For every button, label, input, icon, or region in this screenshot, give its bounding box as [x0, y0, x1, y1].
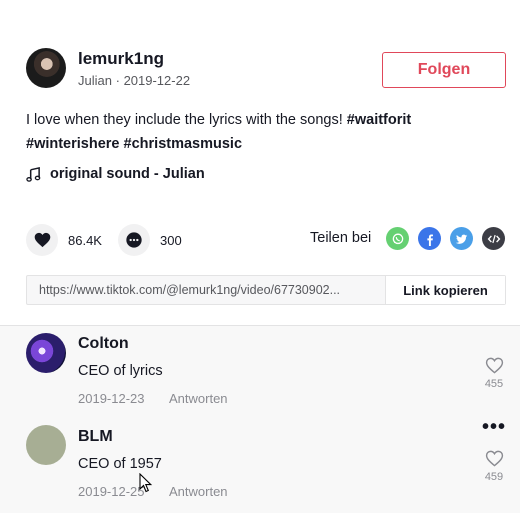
twitter-icon[interactable] [450, 227, 473, 250]
heart-outline-icon [485, 450, 503, 467]
caption-text: I love when they include the lyrics with… [26, 112, 343, 128]
comment-button[interactable] [118, 224, 150, 256]
author-subline: Julian · 2019-12-22 [78, 73, 190, 88]
facebook-glyph [426, 233, 433, 246]
more-options-icon[interactable]: ••• [482, 417, 506, 437]
hashtag[interactable]: #winterishere [26, 136, 120, 152]
comment-author[interactable]: BLM [78, 428, 113, 446]
music-link[interactable]: original sound - Julian [26, 166, 205, 182]
avatar[interactable] [26, 425, 66, 465]
share-label: Teilen bei [310, 230, 372, 246]
whatsapp-glyph [392, 233, 403, 244]
reply-button[interactable]: Antworten [169, 391, 228, 406]
copy-link-button[interactable]: Link kopieren [385, 276, 505, 304]
comment-like-button[interactable]: 459 [480, 449, 508, 483]
whatsapp-icon[interactable] [386, 227, 409, 250]
mouse-cursor-icon [139, 473, 153, 493]
comment-date: 2019-12-23 [78, 391, 145, 406]
comment-icon [126, 232, 142, 248]
comment-text: CEO of lyrics [78, 363, 163, 379]
share-link-row: https://www.tiktok.com/@lemurk1ng/video/… [26, 275, 506, 305]
reply-button[interactable]: Antworten [169, 484, 228, 499]
avatar[interactable] [26, 333, 66, 373]
follow-button[interactable]: Folgen [382, 52, 506, 88]
hashtag[interactable]: #waitforit [347, 112, 411, 128]
video-caption: I love when they include the lyrics with… [26, 108, 496, 156]
subline-separator: · [115, 73, 120, 88]
author-username[interactable]: lemurk1ng [78, 49, 164, 69]
like-stat[interactable]: 86.4K [26, 224, 102, 256]
comment-author[interactable]: Colton [78, 335, 129, 353]
embed-icon[interactable] [482, 227, 505, 250]
music-label: original sound - Julian [50, 166, 205, 182]
comments-section: Colton CEO of lyrics 2019-12-23 Antworte… [0, 325, 520, 513]
like-button[interactable] [26, 224, 58, 256]
facebook-icon[interactable] [418, 227, 441, 250]
video-link-field[interactable]: https://www.tiktok.com/@lemurk1ng/video/… [27, 276, 385, 304]
comment-count: 300 [160, 232, 182, 248]
comment-like-count: 459 [484, 471, 504, 483]
comment-stat[interactable]: 300 [118, 224, 182, 256]
twitter-glyph [455, 234, 467, 244]
comment-text: CEO of 1957 [78, 456, 162, 472]
comment-like-count: 455 [484, 378, 504, 390]
author-avatar[interactable] [26, 48, 66, 88]
video-info-panel: lemurk1ng Julian · 2019-12-22 Folgen I l… [0, 0, 520, 325]
embed-glyph [487, 234, 500, 243]
comment-like-button[interactable]: 455 [480, 356, 508, 390]
music-note-icon [26, 166, 41, 182]
heart-outline-icon [485, 357, 503, 374]
comment-date: 2019-12-25 [78, 484, 145, 499]
heart-icon [34, 232, 50, 248]
hashtag[interactable]: #christmasmusic [124, 136, 242, 152]
post-date: 2019-12-22 [123, 73, 191, 88]
like-count: 86.4K [68, 232, 102, 248]
author-display-name: Julian [78, 73, 112, 88]
